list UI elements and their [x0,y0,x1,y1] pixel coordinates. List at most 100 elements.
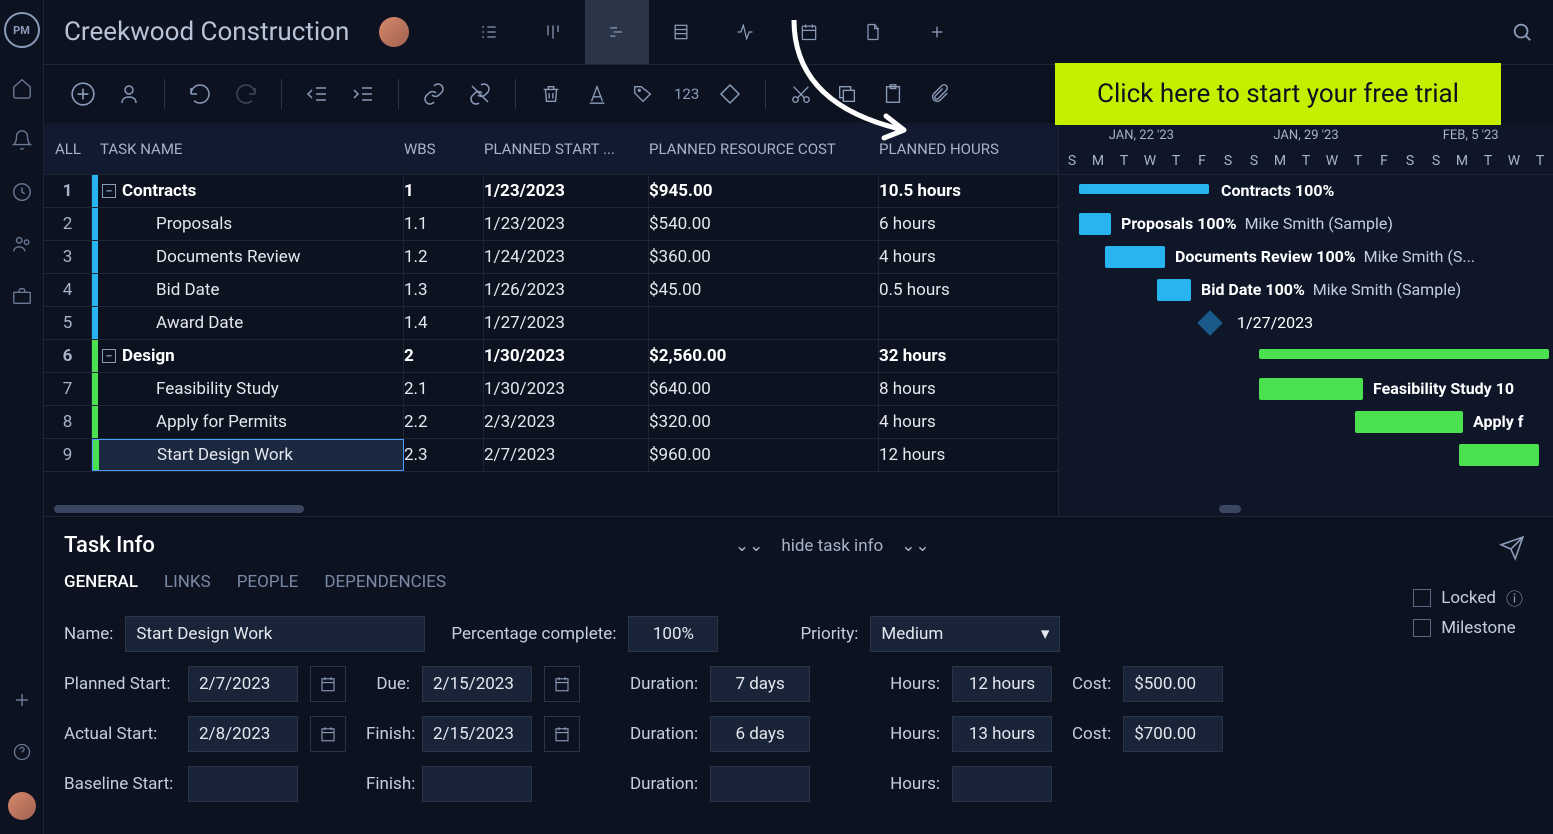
task-info-tab[interactable]: PEOPLE [237,572,299,592]
baseline-hours-input[interactable] [952,766,1052,802]
unlink-button[interactable] [465,79,495,109]
actual-hours-input[interactable] [952,716,1052,752]
planned-hours-input[interactable] [952,666,1052,702]
redo-button[interactable] [231,79,261,109]
baseline-finish-input[interactable] [422,766,532,802]
board-view-tab[interactable] [521,0,585,64]
task-info-tab[interactable]: DEPENDENCIES [324,572,446,592]
calendar-view-tab[interactable] [777,0,841,64]
milestone-checkbox[interactable] [1413,619,1431,637]
toolbar: 123 Click here to start your free trial [44,65,1553,123]
notifications-icon[interactable] [10,128,34,152]
col-start[interactable]: PLANNED START ... [484,140,649,158]
search-icon[interactable] [1511,21,1533,43]
undo-button[interactable] [185,79,215,109]
gantt-scrollbar[interactable] [1059,502,1553,516]
task-info-panel: Task Info ⌄⌄ hide task info ⌄⌄ GENERAL LI… [44,516,1553,834]
tag-button[interactable] [628,79,658,109]
table-row[interactable]: 5 Award Date 1.41/27/2023 [44,307,1058,340]
table-row[interactable]: 9 Start Design Work 2.32/7/2023$960.0012… [44,439,1058,472]
calendar-icon[interactable] [310,666,346,702]
task-info-title: Task Info [64,533,155,558]
view-tabs [457,0,969,64]
add-icon[interactable] [10,688,34,712]
people-icon[interactable] [10,232,34,256]
actual-cost-input[interactable] [1123,716,1223,752]
font-button[interactable] [582,79,612,109]
table-row[interactable]: 6 −Design 21/30/2023$2,560.0032 hours [44,340,1058,373]
cut-button[interactable] [786,79,816,109]
calendar-icon[interactable] [544,716,580,752]
send-icon[interactable] [1499,535,1525,561]
help-icon[interactable] [10,740,34,764]
project-avatar[interactable] [379,17,409,47]
locked-checkbox[interactable] [1413,589,1431,607]
pct-input[interactable] [628,616,718,652]
gantt-body[interactable]: Contracts 100%Proposals 100%Mike Smith (… [1059,175,1553,502]
clock-icon[interactable] [10,180,34,204]
milestone-button[interactable] [715,79,745,109]
home-icon[interactable] [10,76,34,100]
table-row[interactable]: 8 Apply for Permits 2.22/3/2023$320.004 … [44,406,1058,439]
planned-start-label: Planned Start: [64,674,176,694]
planned-duration-input[interactable] [710,666,810,702]
table-row[interactable]: 4 Bid Date 1.31/26/2023$45.000.5 hours [44,274,1058,307]
paste-button[interactable] [878,79,908,109]
add-view-tab[interactable] [905,0,969,64]
grid-body: 1 −Contracts 11/23/2023$945.0010.5 hours… [44,175,1058,502]
attach-button[interactable] [924,79,954,109]
number-button[interactable]: 123 [674,79,699,109]
outdent-button[interactable] [302,79,332,109]
collapse-icon[interactable]: − [102,184,116,198]
briefcase-icon[interactable] [10,284,34,308]
col-wbs[interactable]: WBS [404,140,484,158]
col-hours[interactable]: PLANNED HOURS [879,140,1049,158]
file-view-tab[interactable] [841,0,905,64]
table-row[interactable]: 1 −Contracts 11/23/2023$945.0010.5 hours [44,175,1058,208]
add-task-button[interactable] [68,79,98,109]
assign-button[interactable] [114,79,144,109]
list-view-tab[interactable] [457,0,521,64]
copy-button[interactable] [832,79,862,109]
table-row[interactable]: 7 Feasibility Study 2.11/30/2023$640.008… [44,373,1058,406]
gantt-view-tab[interactable] [585,0,649,64]
collapse-icon[interactable]: − [102,349,116,363]
calendar-icon[interactable] [310,716,346,752]
task-info-tab[interactable]: GENERAL [64,572,138,592]
info-icon[interactable]: ⓘ [1506,585,1523,610]
indent-button[interactable] [348,79,378,109]
content-area: ALL TASK NAME WBS PLANNED START ... PLAN… [44,123,1553,516]
due-input[interactable] [422,666,532,702]
name-input[interactable] [125,616,425,652]
cta-banner[interactable]: Click here to start your free trial [1055,63,1501,125]
baseline-start-input[interactable] [188,766,298,802]
cost-label: Cost: [1072,674,1111,694]
planned-start-input[interactable] [188,666,298,702]
grid-scrollbar[interactable] [44,502,1058,516]
calendar-icon[interactable] [544,666,580,702]
actual-duration-input[interactable] [710,716,810,752]
milestone-label: Milestone [1441,618,1515,638]
table-row[interactable]: 3 Documents Review 1.21/24/2023$360.004 … [44,241,1058,274]
actual-start-input[interactable] [188,716,298,752]
task-info-tab[interactable]: LINKS [164,572,211,592]
table-row[interactable]: 2 Proposals 1.11/23/2023$540.006 hours [44,208,1058,241]
chevron-down-icon: ⌄⌄ [901,536,930,556]
sheet-view-tab[interactable] [649,0,713,64]
baseline-duration-input[interactable] [710,766,810,802]
delete-button[interactable] [536,79,566,109]
app-logo[interactable]: PM [4,12,40,48]
grid-pane: ALL TASK NAME WBS PLANNED START ... PLAN… [44,123,1059,516]
hours-label: Hours: [890,724,940,744]
priority-select[interactable]: Medium▾ [870,616,1060,652]
user-avatar-small[interactable] [8,792,36,820]
col-all[interactable]: ALL [44,140,92,158]
planned-cost-input[interactable] [1123,666,1223,702]
col-name[interactable]: TASK NAME [92,140,404,158]
actual-finish-input[interactable] [422,716,532,752]
hide-task-info[interactable]: ⌄⌄ hide task info ⌄⌄ [735,536,930,556]
link-button[interactable] [419,79,449,109]
activity-view-tab[interactable] [713,0,777,64]
grid-header: ALL TASK NAME WBS PLANNED START ... PLAN… [44,123,1058,175]
col-cost[interactable]: PLANNED RESOURCE COST [649,140,879,158]
